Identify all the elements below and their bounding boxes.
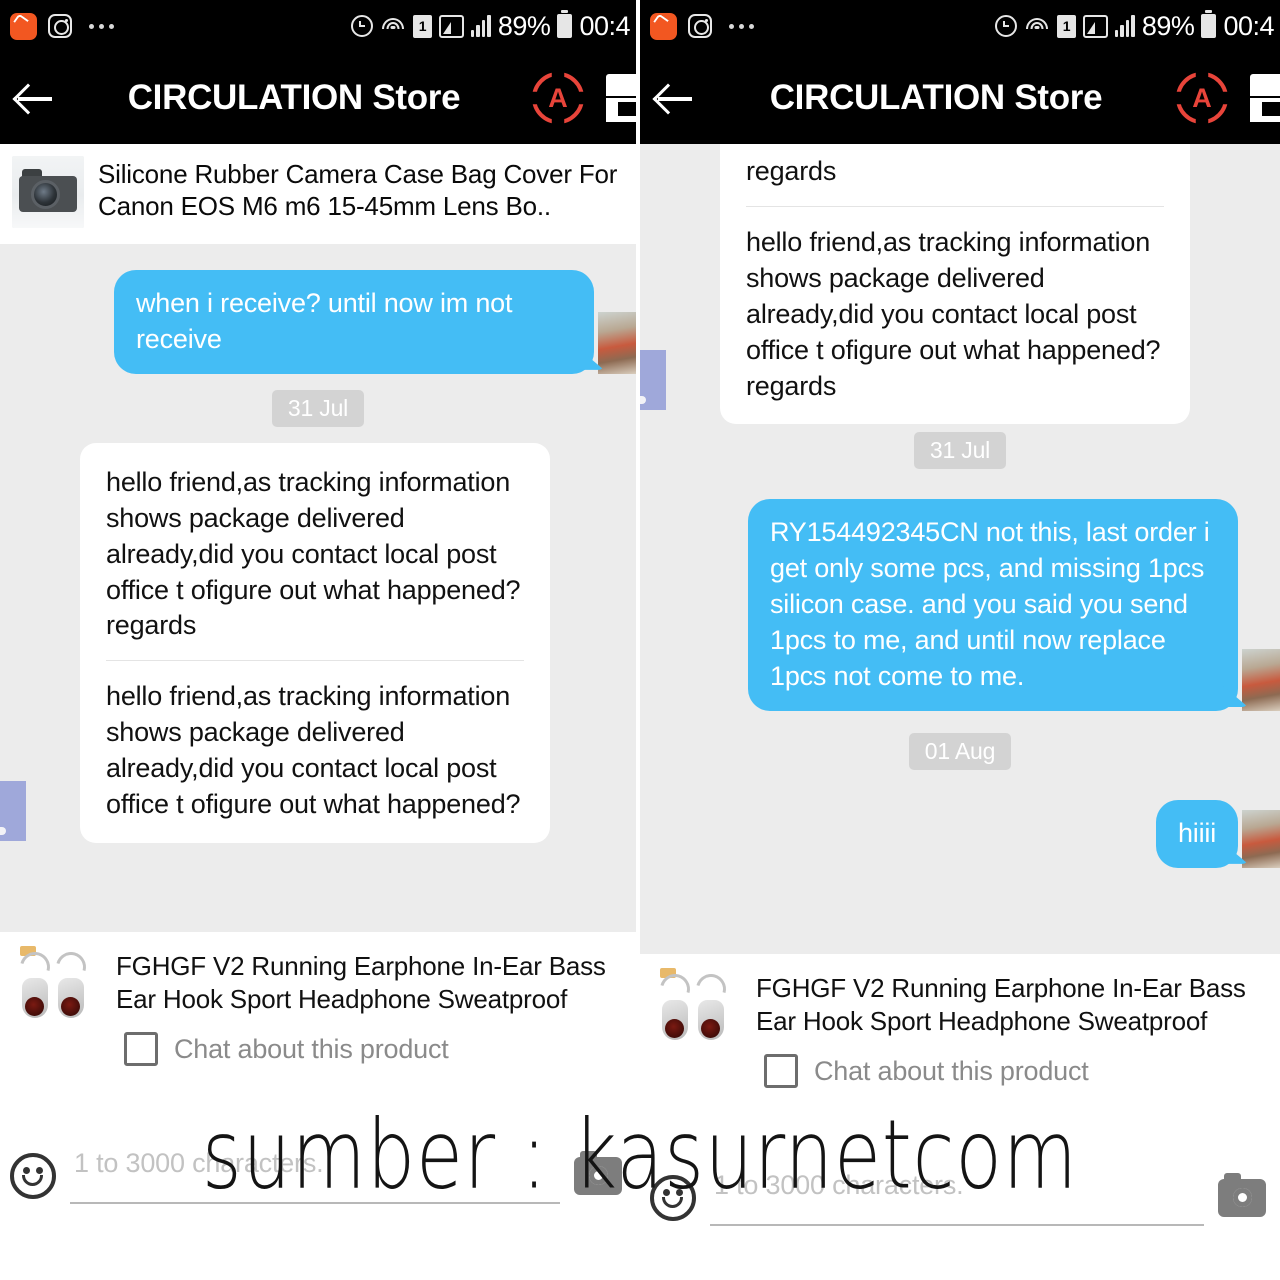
status-bar: 1 89% 00:4 (640, 0, 1280, 52)
signal-box-icon (438, 14, 464, 38)
message-input-wrapper[interactable]: 1 to 3000 characters. (710, 1162, 1204, 1234)
overflow-dots-icon (89, 23, 114, 29)
aliexpress-a-icon[interactable]: A (1176, 72, 1228, 124)
input-underline (710, 1224, 1204, 1226)
store-icon[interactable] (606, 74, 636, 122)
signal-bars-icon (1114, 15, 1135, 37)
date-separator-row: 01 Aug (640, 711, 1280, 786)
sim-card-icon: 1 (412, 14, 432, 38)
battery-icon (557, 10, 573, 38)
chat-bubble-outgoing[interactable]: hiiii (1155, 799, 1238, 868)
aliexpress-letter: A (1192, 82, 1212, 113)
right-screenshot-panel: 1 89% 00:4 CIRCULATION Store A regards h… (640, 0, 1280, 1280)
status-bar-left-icons (10, 12, 114, 40)
alarm-icon (994, 15, 1017, 37)
battery-percent-label: 89% (1141, 10, 1195, 41)
bottom-spacer (0, 1074, 636, 1128)
status-bar-right-icons: 1 89% 00:4 (994, 10, 1274, 42)
signal-bars-icon (470, 15, 491, 37)
aliexpress-letter: A (548, 82, 568, 113)
chat-card-incoming[interactable]: hello friend,as tracking information sho… (80, 442, 550, 843)
left-screenshot-panel: 1 89% 00:4 CIRCULATION Store A Silicone … (0, 0, 640, 1280)
date-pill: 01 Aug (908, 732, 1012, 770)
clock-label: 00:4 (579, 10, 630, 41)
page-title: CIRCULATION Store (769, 78, 1103, 117)
bottom-product-title: FGHGF V2 Running Earphone In-Ear Bass Ea… (756, 973, 1246, 1036)
date-pill: 31 Jul (913, 432, 1007, 470)
avatar (1242, 648, 1280, 711)
app-bar: CIRCULATION Store A (640, 52, 1280, 144)
bottom-spacer (640, 1096, 1280, 1150)
camera-icon[interactable] (574, 1151, 622, 1195)
status-bar-left-icons (650, 12, 754, 40)
chat-message-segment: hello friend,as tracking information sho… (746, 226, 1161, 401)
earphone-product-thumbnail (654, 968, 740, 1044)
date-pill: 31 Jul (271, 389, 365, 427)
checkbox-unchecked-icon[interactable] (764, 1054, 798, 1088)
message-input-bar: 1 to 3000 characters. (640, 1150, 1280, 1246)
battery-percent-label: 89% (497, 10, 551, 41)
wifi-icon (1024, 16, 1050, 36)
chat-about-product-row[interactable]: Chat about this product (640, 1044, 1280, 1096)
chat-card-incoming[interactable]: regards hello friend,as tracking informa… (720, 144, 1190, 425)
status-bar-right-icons: 1 89% 00:4 (350, 10, 630, 42)
emoji-smiley-icon[interactable] (10, 1153, 56, 1199)
chat-about-product-label: Chat about this product (814, 1055, 1089, 1086)
message-row-incoming: regards hello friend,as tracking informa… (640, 144, 1280, 425)
message-input-wrapper[interactable]: 1 to 3000 characters. (70, 1140, 560, 1212)
input-underline (70, 1202, 560, 1204)
chat-about-product-label: Chat about this product (174, 1033, 449, 1064)
status-bar: 1 89% 00:4 (0, 0, 636, 52)
message-row-incoming: hello friend,as tracking information sho… (0, 442, 636, 843)
avatar (0, 780, 26, 841)
bottom-product-title: FGHGF V2 Running Earphone In-Ear Bass Ea… (116, 951, 606, 1014)
chat-about-product-row[interactable]: Chat about this product (0, 1022, 636, 1074)
chat-bubble-outgoing[interactable]: when i receive? until now im not receive (114, 270, 594, 374)
bottom-product-strip[interactable]: FGHGF V2 Running Earphone In-Ear Bass Ea… (0, 932, 636, 1022)
message-row-outgoing: when i receive? until now im not receive (0, 244, 636, 374)
signal-box-icon (1082, 14, 1108, 38)
clock-label: 00:4 (1223, 10, 1274, 41)
message-row-outgoing: hiiii (640, 786, 1280, 868)
earphone-product-thumbnail (14, 946, 100, 1022)
back-arrow-icon[interactable] (14, 76, 58, 120)
battery-icon (1201, 10, 1217, 38)
page-title: CIRCULATION Store (127, 78, 461, 117)
chat-bubble-outgoing[interactable]: RY154492345CN not this, last order i get… (748, 499, 1238, 711)
avatar (598, 311, 636, 374)
product-header-title: Silicone Rubber Camera Case Bag Cover Fo… (98, 159, 618, 222)
product-header-strip[interactable]: Silicone Rubber Camera Case Bag Cover Fo… (0, 144, 636, 244)
chat-scroll-area[interactable]: when i receive? until now im not receive… (0, 244, 636, 932)
date-separator-row: 31 Jul (0, 374, 636, 443)
chat-message-segment: hello friend,as tracking information sho… (106, 681, 521, 820)
instagram-icon (688, 14, 712, 38)
chat-scroll-area[interactable]: regards hello friend,as tracking informa… (640, 144, 1280, 954)
overflow-dots-icon (729, 23, 754, 29)
camera-icon[interactable] (1218, 1173, 1266, 1217)
avatar (640, 350, 666, 411)
avatar (1242, 809, 1280, 868)
message-input-placeholder: 1 to 3000 characters. (74, 1148, 324, 1178)
message-row-outgoing: RY154492345CN not this, last order i get… (640, 485, 1280, 711)
dual-screenshot-collage: 1 89% 00:4 CIRCULATION Store A Silicone … (0, 0, 1280, 1280)
chat-message-partial-tail: regards (746, 156, 837, 186)
emoji-smiley-icon[interactable] (650, 1175, 696, 1221)
checkbox-unchecked-icon[interactable] (124, 1032, 158, 1066)
bottom-product-strip[interactable]: FGHGF V2 Running Earphone In-Ear Bass Ea… (640, 954, 1280, 1044)
mi-icon (10, 12, 37, 40)
camera-product-thumbnail (12, 156, 84, 228)
store-icon[interactable] (1250, 74, 1280, 122)
app-bar: CIRCULATION Store A (0, 52, 636, 144)
aliexpress-a-icon[interactable]: A (532, 72, 584, 124)
chat-message-segment: hello friend,as tracking information sho… (106, 466, 521, 641)
message-input-placeholder: 1 to 3000 characters. (714, 1170, 964, 1200)
back-arrow-icon[interactable] (654, 76, 698, 120)
alarm-icon (350, 15, 373, 37)
message-input-bar: 1 to 3000 characters. (0, 1128, 636, 1224)
mi-icon (650, 12, 677, 40)
sim-card-icon: 1 (1056, 14, 1076, 38)
wifi-icon (380, 16, 406, 36)
instagram-icon (48, 14, 72, 38)
